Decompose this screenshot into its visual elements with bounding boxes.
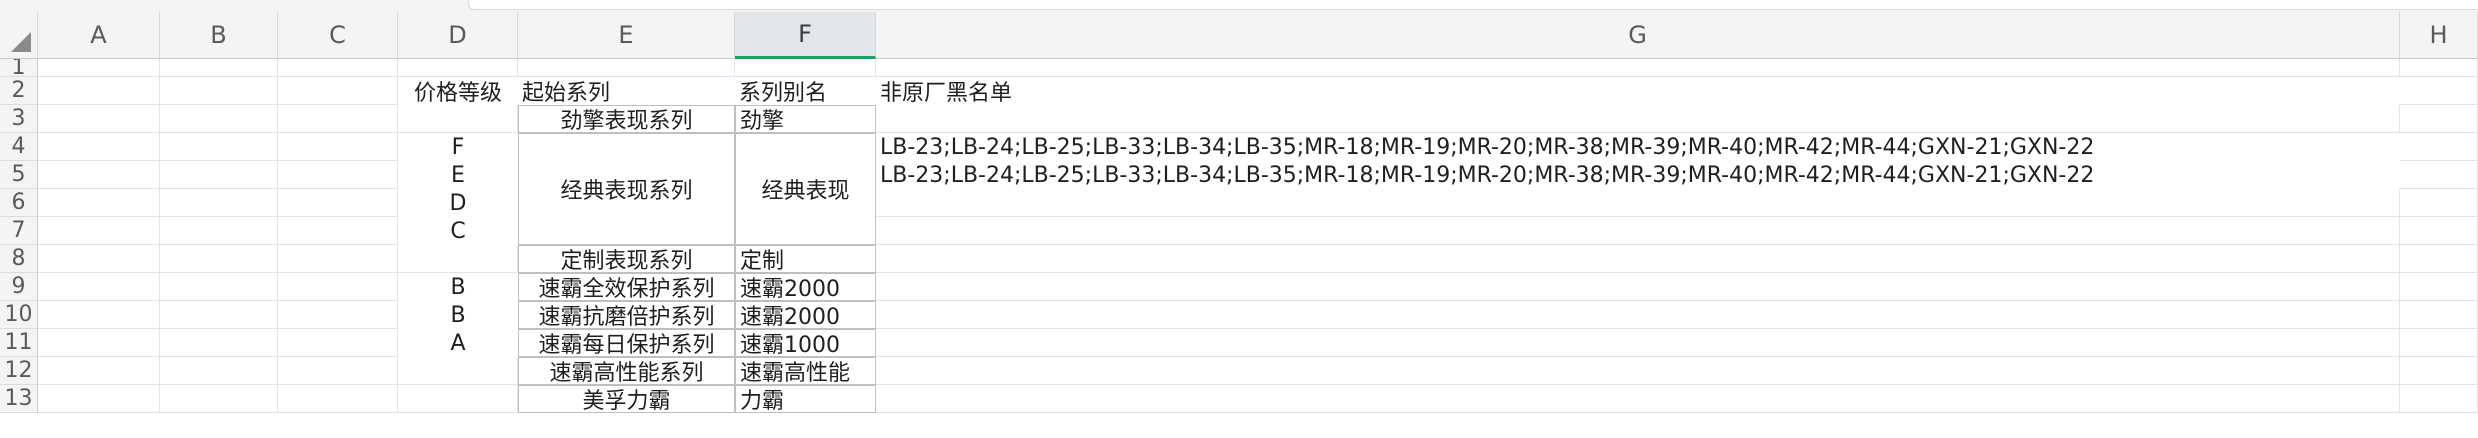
- cell-d2[interactable]: 价格等级: [398, 77, 518, 106]
- cell-f8[interactable]: 定制: [735, 245, 876, 274]
- cell-e2[interactable]: 起始系列: [518, 77, 735, 106]
- column-header-c[interactable]: C: [278, 12, 398, 59]
- grid-line: [2399, 59, 2400, 413]
- cell-f4[interactable]: 经典表现: [735, 133, 876, 245]
- cell-d6[interactable]: D: [398, 189, 518, 217]
- cell-f12[interactable]: 速霸高性能: [735, 357, 876, 386]
- cell-f9[interactable]: 速霸2000: [735, 273, 876, 302]
- row-header-8[interactable]: 8: [0, 245, 38, 273]
- cell-e10[interactable]: 速霸抗磨倍护系列: [518, 301, 735, 330]
- row-header-1[interactable]: 1: [0, 59, 38, 77]
- column-header-g[interactable]: G: [876, 12, 2400, 59]
- cell-e4[interactable]: 经典表现系列: [518, 133, 735, 245]
- cell-d11[interactable]: A: [398, 329, 518, 357]
- cell-e12[interactable]: 速霸高性能系列: [518, 357, 735, 386]
- grid-line: [159, 59, 160, 413]
- column-header-d[interactable]: D: [398, 12, 518, 59]
- row-header-5[interactable]: 5: [0, 161, 38, 189]
- cell-g4[interactable]: LB-23;LB-24;LB-25;LB-33;LB-34;LB-35;MR-1…: [876, 133, 2400, 161]
- row-header-12[interactable]: 12: [0, 357, 38, 385]
- cell-d9[interactable]: B: [398, 273, 518, 301]
- cell-d10[interactable]: B: [398, 301, 518, 329]
- cell-f3[interactable]: 劲擎: [735, 105, 876, 134]
- cell-e11[interactable]: 速霸每日保护系列: [518, 329, 735, 358]
- column-header-a[interactable]: A: [38, 12, 160, 59]
- row-header-2[interactable]: 2: [0, 77, 38, 105]
- grid-line: [277, 59, 278, 413]
- cell-e8[interactable]: 定制表现系列: [518, 245, 735, 274]
- cell-f2[interactable]: 系列别名: [735, 77, 876, 106]
- row-header-11[interactable]: 11: [0, 329, 38, 357]
- column-header-b[interactable]: B: [160, 12, 278, 59]
- row-header-3[interactable]: 3: [0, 105, 38, 133]
- cell-e3[interactable]: 劲擎表现系列: [518, 105, 735, 134]
- cell-e13[interactable]: 美孚力霸: [518, 385, 735, 414]
- row-header-10[interactable]: 10: [0, 301, 38, 329]
- row-header-6[interactable]: 6: [0, 189, 38, 217]
- select-all-corner[interactable]: [0, 12, 38, 59]
- column-header-f[interactable]: F: [735, 12, 876, 59]
- formula-input[interactable]: [468, 0, 2478, 10]
- cell-d7[interactable]: C: [398, 217, 518, 245]
- column-header-h[interactable]: H: [2400, 12, 2478, 59]
- row-header-9[interactable]: 9: [0, 273, 38, 301]
- row-header-13[interactable]: 13: [0, 385, 38, 413]
- column-header-e[interactable]: E: [518, 12, 735, 59]
- row-header-7[interactable]: 7: [0, 217, 38, 245]
- select-all-triangle-icon: [11, 32, 31, 52]
- cell-g2[interactable]: 非原厂黑名单: [876, 77, 2400, 106]
- formula-bar-area: [0, 0, 2478, 12]
- cell-f13[interactable]: 力霸: [735, 385, 876, 414]
- grid-line: [38, 412, 2478, 413]
- cell-d5[interactable]: E: [398, 161, 518, 189]
- cell-g5[interactable]: LB-23;LB-24;LB-25;LB-33;LB-34;LB-35;MR-1…: [876, 161, 2400, 189]
- row-header-4[interactable]: 4: [0, 133, 38, 161]
- grid-line: [38, 384, 2478, 385]
- cell-f10[interactable]: 速霸2000: [735, 301, 876, 330]
- cell-d4[interactable]: F: [398, 133, 518, 161]
- cell-f11[interactable]: 速霸1000: [735, 329, 876, 358]
- cell-e9[interactable]: 速霸全效保护系列: [518, 273, 735, 302]
